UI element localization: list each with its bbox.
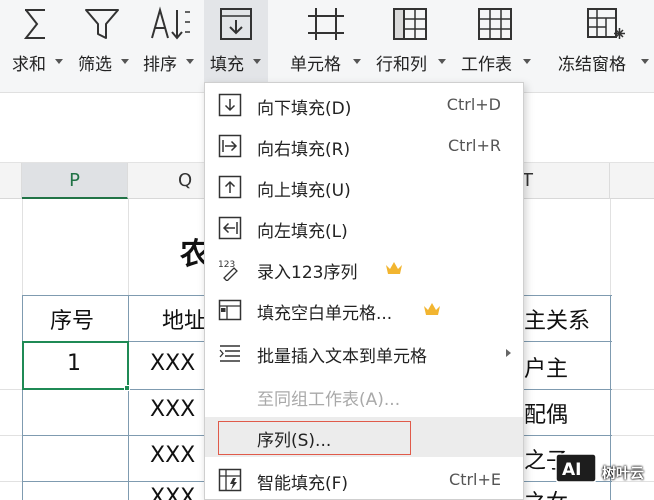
cell-addr-3[interactable]: XXX [150,443,204,468]
header-seq: 序号 [50,309,95,334]
chevron-down-icon [121,59,129,64]
cell-button[interactable]: 单元格 [286,0,366,93]
chevron-down-icon [55,59,63,64]
chevron-down-icon [186,59,194,64]
freeze-panes-label: 冻结窗格 [558,55,626,75]
rows-columns-label: 行和列 [376,55,427,75]
menu-item-label: 智能填充(F) [257,474,349,494]
menu-item-fill-blank[interactable]: 填充空白单元格... [205,290,523,330]
menu-item-label: 向下填充(D) [257,99,352,119]
menu-item-fill-left[interactable]: 向左填充(L) [205,208,523,248]
fill-left-icon [218,216,242,240]
chevron-down-icon [438,59,446,64]
svg-text:AI: AI [562,460,581,480]
cell-label: 单元格 [290,55,341,75]
sigma-icon [23,9,45,39]
sum-button[interactable]: 求和 [4,0,66,93]
worksheet-icon [478,8,512,40]
menu-item-series[interactable]: 序列(S)... [205,417,523,457]
ribbon-toolbar: 求和 筛选 排序 填充 单元格 行和列 工作表 冻结窗格 [0,0,654,93]
menu-item-label: 录入123序列 [257,263,358,283]
filter-label: 筛选 [78,55,112,75]
selected-cell[interactable] [22,341,129,390]
menu-item-to-group-sheets: 至同组工作表(A)... [205,376,523,416]
menu-item-label: 向左填充(L) [257,222,348,242]
fill-right-icon [218,134,242,158]
sum-label: 求和 [12,55,46,75]
crown-icon [424,303,440,315]
cell-addr-4[interactable]: XXX [150,485,204,500]
menu-item-fill-up[interactable]: 向上填充(U) [205,167,523,207]
sequence-123-icon: 123 [218,260,238,281]
sort-icon [151,6,190,40]
rows-columns-icon [393,8,427,40]
menu-item-label: 至同组工作表(A)... [257,390,401,410]
filter-button[interactable]: 筛选 [70,0,134,93]
watermark-text: 树叶云 [602,466,644,482]
menu-item-label: 填充空白单元格... [257,304,393,324]
shortcut-text: Ctrl+D [446,95,501,114]
cell-addr-1[interactable]: XXX [150,351,204,376]
cell-relation-1[interactable]: 户主 [524,351,568,383]
menu-item-smart-fill[interactable]: 智能填充(F) Ctrl+E [205,460,523,500]
fill-handle[interactable] [124,385,130,391]
crown-icon [386,262,402,274]
watermark: AI 树叶云 [555,451,654,495]
fill-blank-icon [218,299,242,321]
menu-item-fill-down[interactable]: 向下填充(D) Ctrl+D [205,85,523,125]
menu-item-label: 向上填充(U) [257,181,351,201]
worksheet-button[interactable]: 工作表 [457,0,539,93]
menu-item-sequence-123[interactable]: 123 录入123序列 [205,249,523,289]
menu-item-fill-right[interactable]: 向右填充(R) Ctrl+R [205,126,523,166]
fill-button[interactable]: 填充 [204,0,268,93]
chevron-down-icon [641,59,649,64]
header-relation: 主关系 [524,309,591,334]
cell-relation-2[interactable]: 配偶 [524,397,568,429]
batch-insert-icon [219,345,240,362]
cell-icon [308,8,344,40]
menu-item-batch-insert[interactable]: 批量插入文本到单元格 [205,333,523,373]
fill-down-icon [218,93,242,117]
watermark-logo-icon: AI [555,453,597,483]
column-header-q-label: Q [178,170,193,191]
cell-addr-2[interactable]: XXX [150,397,204,422]
smart-fill-icon [218,468,242,492]
fill-dropdown-menu: 向下填充(D) Ctrl+D 向右填充(R) Ctrl+R 向上填充(U) 向左… [204,82,524,500]
fill-up-icon [218,175,242,199]
header-addr: 地址 [162,309,204,334]
chevron-down-icon [353,59,361,64]
freeze-panes-icon [587,8,625,39]
sort-label: 排序 [143,55,177,75]
fill-label: 填充 [210,55,244,75]
worksheet-label: 工作表 [461,55,512,75]
fill-icon [220,8,252,40]
shortcut-text: Ctrl+R [448,136,501,155]
column-header-p[interactable]: P [22,163,128,199]
chevron-down-icon [523,59,531,64]
menu-item-label: 序列(S)... [257,431,332,451]
sort-button[interactable]: 排序 [137,0,201,93]
freeze-panes-button[interactable]: 冻结窗格 [556,0,652,93]
chevron-down-icon [253,59,261,64]
column-header-blank [0,163,22,199]
shortcut-text: Ctrl+E [449,470,501,489]
filter-icon [85,9,119,39]
chevron-right-icon [506,349,511,357]
menu-item-label: 向右填充(R) [257,140,351,160]
rows-columns-button[interactable]: 行和列 [372,0,452,93]
menu-item-label: 批量插入文本到单元格 [257,347,427,367]
